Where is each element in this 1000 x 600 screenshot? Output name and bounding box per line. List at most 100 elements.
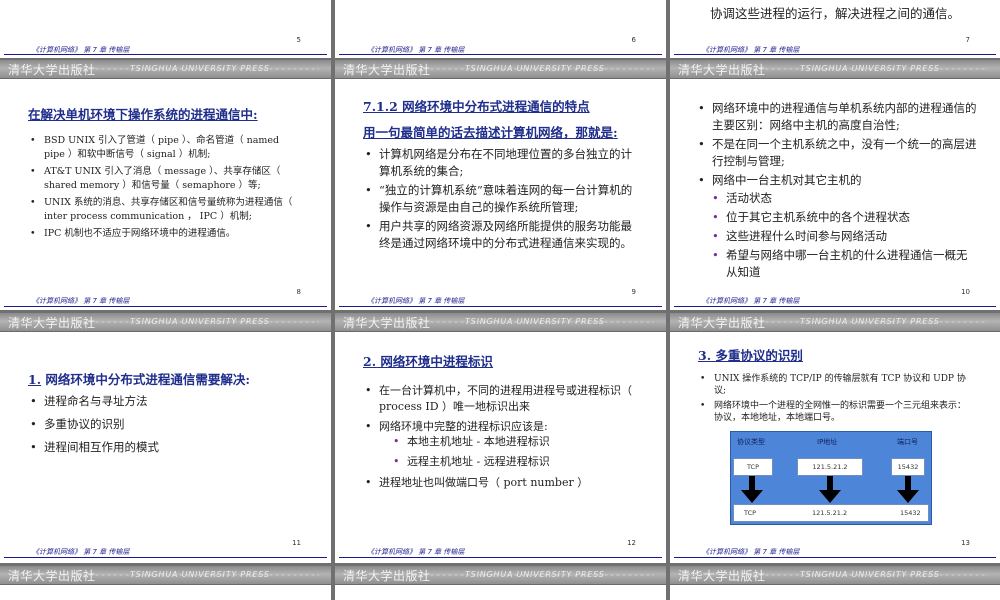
slide-6: 6 《计算机网络》 第 7 章 传输层 bbox=[335, 0, 666, 58]
page-number: 5 bbox=[296, 36, 301, 44]
page-number: 10 bbox=[961, 288, 970, 296]
bullet-list: UNIX 操作系统的 TCP/IP 的传输层就有 TCP 协议和 UDP 协议;… bbox=[700, 373, 972, 427]
bullet-list: BSD UNIX 引入了管道（ pipe ）、命名管道（ named pipe … bbox=[30, 134, 300, 244]
list-item: 网络环境中一个进程的全网惟一的标识需要一个三元组来表示：协议，本地地址，本地端口… bbox=[700, 400, 972, 424]
slide-heading: 1. 网络环境中分布式进程通信需要解决: bbox=[28, 372, 251, 387]
down-arrow-icon bbox=[819, 476, 841, 503]
footer-text: 《计算机网络》 第 7 章 传输层 bbox=[367, 297, 465, 305]
table-cell: 15432 bbox=[891, 458, 925, 476]
slide-12: 清华大学出版社 TSINGHUA UNIVERSITY PRESS 2. 网络环… bbox=[335, 313, 666, 563]
slide-heading: 7.1.2 网络环境中分布式进程通信的特点 bbox=[363, 99, 590, 114]
down-arrow-icon bbox=[897, 476, 919, 503]
publisher-name: TSINGHUA UNIVERSITY PRESS bbox=[800, 317, 940, 326]
table-cell: TCP bbox=[733, 458, 773, 476]
list-item: 网络环境中的进程通信与单机系统内部的进程通信的主要区别：网络中主机的高度自治性; bbox=[698, 100, 978, 134]
bullet-list: 网络环境中的进程通信与单机系统内部的进程通信的主要区别：网络中主机的高度自治性;… bbox=[698, 100, 978, 191]
footer-line bbox=[339, 54, 662, 55]
slide-text: 协调这些进程的运行，解决进程之间的通信。 bbox=[710, 6, 961, 21]
footer-line bbox=[674, 557, 996, 558]
list-item: 活动状态 bbox=[712, 190, 978, 207]
slide-header-band: 清华大学出版社 TSINGHUA UNIVERSITY PRESS bbox=[670, 313, 1000, 332]
page-number: 13 bbox=[961, 539, 970, 547]
sub-bullet-list: 本地主机地址 - 本地进程标识 远程主机地址 - 远程进程标识 bbox=[393, 434, 643, 474]
footer-text: 《计算机网络》 第 7 章 传输层 bbox=[32, 548, 130, 556]
list-item: 进程命名与寻址方法 bbox=[30, 393, 300, 410]
list-item: 在一台计算机中，不同的进程用进程号或进程标识（ process ID ）唯一地标… bbox=[365, 383, 640, 415]
footer-line bbox=[4, 54, 327, 55]
slide-header-band: 清华大学出版社 TSINGHUA UNIVERSITY PRESS bbox=[670, 566, 1000, 585]
slide-header-band: 清华大学出版社 TSINGHUA UNIVERSITY PRESS bbox=[0, 60, 331, 79]
slide-7: 协调这些进程的运行，解决进程之间的通信。 7 《计算机网络》 第 7 章 传输层 bbox=[670, 0, 1000, 58]
table-cell-row2: TCP 121.5.21.2 15432 bbox=[733, 504, 929, 522]
slide-11: 清华大学出版社 TSINGHUA UNIVERSITY PRESS 1. 网络环… bbox=[0, 313, 331, 563]
publisher-name: TSINGHUA UNIVERSITY PRESS bbox=[465, 570, 605, 579]
slide-header-band: 清华大学出版社 TSINGHUA UNIVERSITY PRESS bbox=[335, 566, 666, 585]
slide-15: 清华大学出版社 TSINGHUA UNIVERSITY PRESS bbox=[335, 566, 666, 600]
page-number: 9 bbox=[631, 288, 636, 296]
slide-8: 清华大学出版社 TSINGHUA UNIVERSITY PRESS 在解决单机环… bbox=[0, 60, 331, 310]
footer-line bbox=[339, 306, 662, 307]
list-item: 希望与网络中哪一台主机的什么进程通信一概无从知道 bbox=[712, 247, 978, 281]
list-item: “独立的计算机系统”意味着连网的每一台计算机的操作与资源是由自己的操作系统所管理… bbox=[365, 182, 635, 216]
table-header: 端口号 bbox=[897, 438, 918, 446]
footer-line bbox=[4, 306, 327, 307]
bullet-list: 在一台计算机中，不同的进程用进程号或进程标识（ process ID ）唯一地标… bbox=[365, 383, 640, 439]
list-item: 本地主机地址 - 本地进程标识 bbox=[393, 434, 643, 450]
list-item: 不是在同一个主机系统之中，没有一个统一的高层进行控制与管理; bbox=[698, 136, 978, 170]
publisher-name: TSINGHUA UNIVERSITY PRESS bbox=[800, 64, 940, 73]
list-item: 网络中一台主机对其它主机的 bbox=[698, 172, 978, 189]
slide-subheading: 用一句最简单的话去描述计算机网络，那就是: bbox=[363, 125, 618, 140]
list-item: 用户共享的网络资源及网络所能提供的服务功能最终是通过网络环境中的分布式进程通信来… bbox=[365, 218, 635, 252]
triple-table-diagram: 协议类型 IP地址 端口号 TCP 121.5.21.2 15432 TCP 1… bbox=[730, 431, 932, 525]
list-item: UNIX 系统的消息、共享存储区和信号量统称为进程通信（ inter proce… bbox=[30, 196, 300, 224]
list-item: AT&T UNIX 引入了消息（ message ）、共享存储区（ shared… bbox=[30, 165, 300, 193]
page-number: 11 bbox=[292, 539, 301, 547]
list-item: 网络环境中完整的进程标识应该是: bbox=[365, 419, 640, 435]
slide-heading: 在解决单机环境下操作系统的进程通信中: bbox=[28, 107, 258, 122]
footer-line bbox=[339, 557, 662, 558]
slide-header-band: 清华大学出版社 TSINGHUA UNIVERSITY PRESS bbox=[0, 313, 331, 332]
slide-header-band: 清华大学出版社 TSINGHUA UNIVERSITY PRESS bbox=[0, 566, 331, 585]
slide-heading: 3. 多重协议的识别 bbox=[698, 348, 803, 363]
list-item: 多重协议的识别 bbox=[30, 416, 300, 433]
table-header: IP地址 bbox=[817, 438, 838, 446]
footer-text: 《计算机网络》 第 7 章 传输层 bbox=[702, 548, 800, 556]
down-arrow-icon bbox=[741, 476, 763, 503]
slide-header-band: 清华大学出版社 TSINGHUA UNIVERSITY PRESS bbox=[670, 60, 1000, 79]
publisher-name: TSINGHUA UNIVERSITY PRESS bbox=[130, 570, 270, 579]
list-item: 位于其它主机系统中的各个进程状态 bbox=[712, 209, 978, 226]
publisher-name: TSINGHUA UNIVERSITY PRESS bbox=[800, 570, 940, 579]
list-item: BSD UNIX 引入了管道（ pipe ）、命名管道（ named pipe … bbox=[30, 134, 300, 162]
table-header: 协议类型 bbox=[737, 438, 765, 446]
slide-header-band: 清华大学出版社 TSINGHUA UNIVERSITY PRESS bbox=[335, 60, 666, 79]
footer-line bbox=[674, 306, 996, 307]
slide-10: 清华大学出版社 TSINGHUA UNIVERSITY PRESS 网络环境中的… bbox=[670, 60, 1000, 310]
page-number: 12 bbox=[627, 539, 636, 547]
list-item: IPC 机制也不适应于网络环境中的进程通信。 bbox=[30, 227, 300, 241]
publisher-name: TSINGHUA UNIVERSITY PRESS bbox=[465, 317, 605, 326]
footer-text: 《计算机网络》 第 7 章 传输层 bbox=[702, 297, 800, 305]
sub-bullet-list: 活动状态 位于其它主机系统中的各个进程状态 这些进程什么时间参与网络活动 希望与… bbox=[712, 190, 978, 283]
footer-text: 《计算机网络》 第 7 章 传输层 bbox=[367, 548, 465, 556]
page-number: 7 bbox=[965, 36, 970, 44]
list-item: UNIX 操作系统的 TCP/IP 的传输层就有 TCP 协议和 UDP 协议; bbox=[700, 373, 972, 397]
page-number: 6 bbox=[631, 36, 636, 44]
slide-5: 5 《计算机网络》 第 7 章 传输层 bbox=[0, 0, 331, 58]
slide-header-band: 清华大学出版社 TSINGHUA UNIVERSITY PRESS bbox=[335, 313, 666, 332]
slide-9: 清华大学出版社 TSINGHUA UNIVERSITY PRESS 7.1.2 … bbox=[335, 60, 666, 310]
footer-line bbox=[4, 557, 327, 558]
slide-16: 清华大学出版社 TSINGHUA UNIVERSITY PRESS bbox=[670, 566, 1000, 600]
footer-text: 《计算机网络》 第 7 章 传输层 bbox=[32, 297, 130, 305]
bullet-list: 进程地址也叫做端口号（ port number ） bbox=[365, 475, 640, 495]
bullet-list: 进程命名与寻址方法 多重协议的识别 进程间相互作用的模式 bbox=[30, 393, 300, 458]
page-number: 8 bbox=[296, 288, 301, 296]
publisher-name: TSINGHUA UNIVERSITY PRESS bbox=[130, 64, 270, 73]
list-item: 进程间相互作用的模式 bbox=[30, 439, 300, 456]
list-item: 计算机网络是分布在不同地理位置的多台独立的计算机系统的集合; bbox=[365, 146, 635, 180]
slide-13: 清华大学出版社 TSINGHUA UNIVERSITY PRESS 3. 多重协… bbox=[670, 313, 1000, 563]
publisher-name: TSINGHUA UNIVERSITY PRESS bbox=[465, 64, 605, 73]
list-item: 进程地址也叫做端口号（ port number ） bbox=[365, 475, 640, 491]
slide-14: 清华大学出版社 TSINGHUA UNIVERSITY PRESS bbox=[0, 566, 331, 600]
list-item: 远程主机地址 - 远程进程标识 bbox=[393, 454, 643, 470]
publisher-name: TSINGHUA UNIVERSITY PRESS bbox=[130, 317, 270, 326]
